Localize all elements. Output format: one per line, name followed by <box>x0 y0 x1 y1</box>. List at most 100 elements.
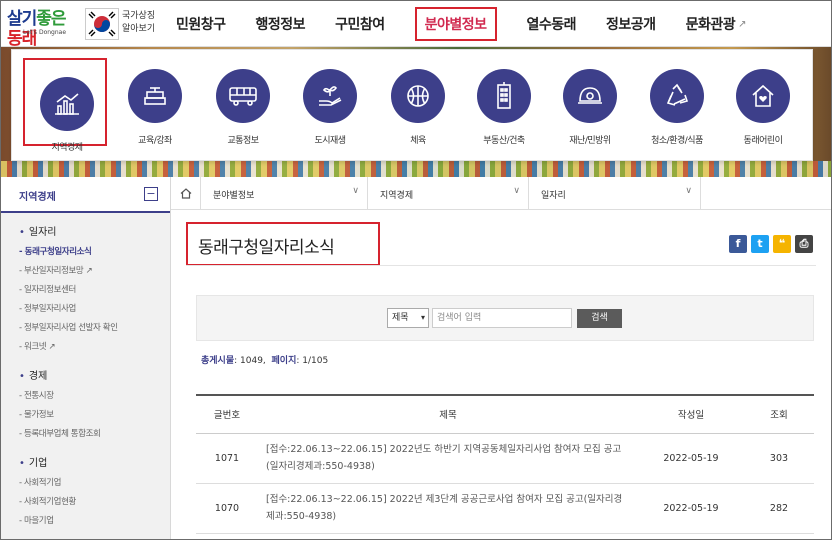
nav-field-info[interactable]: 분야별정보 <box>400 1 512 47</box>
sidebar-item-village-enterprise[interactable]: - 마을기업 <box>19 512 170 531</box>
nav-label: 구민참여 <box>335 17 385 33</box>
post-number: 1070 <box>196 483 258 534</box>
nav-culture-tourism[interactable]: 문화관광 ↗ <box>671 1 761 47</box>
breadcrumb-level-3[interactable]: 일자리 ∨ <box>529 177 701 210</box>
breadcrumb-level-1[interactable]: 분야별정보 ∨ <box>201 177 368 210</box>
post-date: 2022-05-19 <box>638 433 744 484</box>
nav-participation[interactable]: 구민참여 <box>320 1 400 47</box>
chevron-down-icon: ∨ <box>352 186 359 196</box>
category-local-economy[interactable]: 지역경제 <box>23 58 107 153</box>
nav-civil-service[interactable]: 민원창구 <box>161 1 241 47</box>
post-views: 282 <box>744 483 814 534</box>
chart-icon <box>40 77 94 131</box>
table-row[interactable]: 1070 [접수:22.06.13~22.06.15] 2022년 제3단계 공… <box>196 483 814 534</box>
chevron-down-icon: ∨ <box>513 186 520 196</box>
category-real-estate[interactable]: 부동산/건축 <box>459 50 549 162</box>
post-count: 총게시물: 1049, 페이지: 1/105 <box>201 353 328 366</box>
category-environment[interactable]: 청소/환경/식품 <box>632 50 722 162</box>
nav-label: 정보공개 <box>606 17 656 33</box>
category-label: 재난/민방위 <box>569 136 611 146</box>
table-row[interactable]: 1071 [접수:22.06.13~22.06.15] 2022년도 하반기 지… <box>196 433 814 484</box>
sidebar-group-economy[interactable]: • 경제 <box>19 367 170 382</box>
post-date: 2022-05-19 <box>638 483 744 534</box>
sidebar-item-gov-job-program[interactable]: - 정부일자리사업 <box>19 300 170 319</box>
breadcrumb-level-2[interactable]: 지역경제 ∨ <box>368 177 529 210</box>
nav-administration[interactable]: 행정정보 <box>241 1 321 47</box>
category-label: 체육 <box>410 136 426 146</box>
sidebar-title: 지역경제 <box>19 192 56 203</box>
category-urban-regeneration[interactable]: 도시재생 <box>285 50 375 162</box>
taegeukgi-icon[interactable] <box>85 8 119 40</box>
post-table: 글번호 제목 작성일 조회 1071 [접수:22.06.13~22.06.15… <box>196 394 814 534</box>
helmet-icon <box>563 69 617 123</box>
sidebar-menu: • 일자리 - 동래구청일자리소식 - 부산일자리정보망 ↗ - 일자리정보센터 … <box>1 213 170 531</box>
category-education[interactable]: 교육/강좌 <box>110 50 200 162</box>
sidebar-group-jobs[interactable]: • 일자리 <box>19 223 170 238</box>
search-field-select[interactable]: 제목 ▾ <box>387 308 429 328</box>
page-frame: 살기좋은동래 Let's Dongnae 국가상징 알아보기 민원창구 행정정보 <box>0 0 832 540</box>
post-title-link[interactable]: [접수:22.06.13~22.06.15] 2022년도 하반기 지역공동체일… <box>258 433 638 484</box>
category-traffic[interactable]: 교통정보 <box>198 50 288 162</box>
left-sidebar: 지역경제 − • 일자리 - 동래구청일자리소식 - 부산일자리정보망 ↗ - 일… <box>1 177 171 539</box>
facebook-icon[interactable]: f <box>729 235 747 253</box>
title-divider <box>186 265 816 266</box>
sidebar-item-price-info[interactable]: - 물가정보 <box>19 406 170 425</box>
nav-label: 민원창구 <box>176 17 226 33</box>
top-header: 살기좋은동래 Let's Dongnae 국가상징 알아보기 민원창구 행정정보 <box>1 1 831 49</box>
column-header: 제목 <box>258 395 638 434</box>
sidebar-group-enterprise[interactable]: • 기업 <box>19 454 170 469</box>
home-icon[interactable] <box>171 177 201 210</box>
table-header-row: 글번호 제목 작성일 조회 <box>196 395 814 434</box>
category-disaster[interactable]: 재난/민방위 <box>545 50 635 162</box>
group-label: 일자리 <box>28 227 57 238</box>
category-label: 동래어린이 <box>743 136 783 146</box>
nav-yeolsu-dongnae[interactable]: 열수동래 <box>512 1 592 47</box>
national-symbol-line-1: 국가상징 <box>122 11 156 21</box>
category-label: 교통정보 <box>227 136 259 146</box>
category-label: 부동산/건축 <box>483 136 525 146</box>
column-header: 글번호 <box>196 395 258 434</box>
recycle-icon <box>650 69 704 123</box>
sidebar-item-dongnae-job-news[interactable]: - 동래구청일자리소식 <box>19 243 170 262</box>
twitter-icon[interactable]: t <box>751 235 769 253</box>
total-label: 총게시물 <box>201 356 235 366</box>
sidebar-item-job-center[interactable]: - 일자리정보센터 <box>19 281 170 300</box>
sidebar-header: 지역경제 − <box>1 177 170 213</box>
nav-label: 문화관광 <box>685 17 736 33</box>
hand-plant-icon <box>303 69 357 123</box>
search-button[interactable]: 검색 <box>577 309 622 328</box>
national-symbol-line-2: 알아보기 <box>122 24 156 34</box>
page-value: : 1/105 <box>296 356 329 366</box>
breadcrumb-label: 분야별정보 <box>213 191 255 201</box>
sidebar-item-social-enterprise[interactable]: - 사회적기업 <box>19 474 170 493</box>
books-icon <box>128 69 182 123</box>
national-symbol-link[interactable]: 국가상징 알아보기 <box>122 10 155 36</box>
site-logo[interactable]: 살기좋은동래 Let's Dongnae <box>7 9 79 49</box>
sidebar-item-worknet[interactable]: - 워크넷 ↗ <box>19 338 170 357</box>
category-kids[interactable]: 동래어린이 <box>718 50 808 162</box>
sidebar-item-social-enterprise-status[interactable]: - 사회적기업현황 <box>19 493 170 512</box>
sidebar-item-busan-job-network[interactable]: - 부산일자리정보망 ↗ <box>19 262 170 281</box>
kakaostory-icon[interactable]: ❝ <box>773 235 791 253</box>
page-label: 페이지 <box>271 356 297 366</box>
collapse-icon[interactable]: − <box>144 187 158 201</box>
ball-icon <box>391 69 445 123</box>
building-icon <box>477 69 531 123</box>
sidebar-item-lender-search[interactable]: - 등록대부업체 통합조회 <box>19 425 170 444</box>
chevron-down-icon: ▾ <box>420 313 425 322</box>
sidebar-item-traditional-market[interactable]: - 전통시장 <box>19 387 170 406</box>
search-input[interactable]: 검색어 입력 <box>432 308 572 328</box>
category-sports[interactable]: 체육 <box>373 50 463 162</box>
group-label: 경제 <box>28 371 48 382</box>
print-icon[interactable]: ⎙ <box>795 235 813 253</box>
select-value: 제목 <box>392 313 409 323</box>
sidebar-item-gov-job-selection[interactable]: - 정부일자리사업 선발자 확인 <box>19 319 170 338</box>
post-title-link[interactable]: [접수:22.06.13~22.06.15] 2022년 제3단계 공공근로사업… <box>258 483 638 534</box>
breadcrumb-label: 지역경제 <box>380 191 414 201</box>
nav-label: 행정정보 <box>255 17 306 33</box>
nav-info-disclosure[interactable]: 정보공개 <box>591 1 671 47</box>
category-label: 지역경제 <box>51 143 83 153</box>
category-label: 도시재생 <box>314 136 346 146</box>
search-panel: 제목 ▾ 검색어 입력 검색 <box>196 295 814 341</box>
main-navigation: 민원창구 행정정보 구민참여 분야별정보 열수동래 정보공개 문화관광 ↗ <box>161 1 761 47</box>
